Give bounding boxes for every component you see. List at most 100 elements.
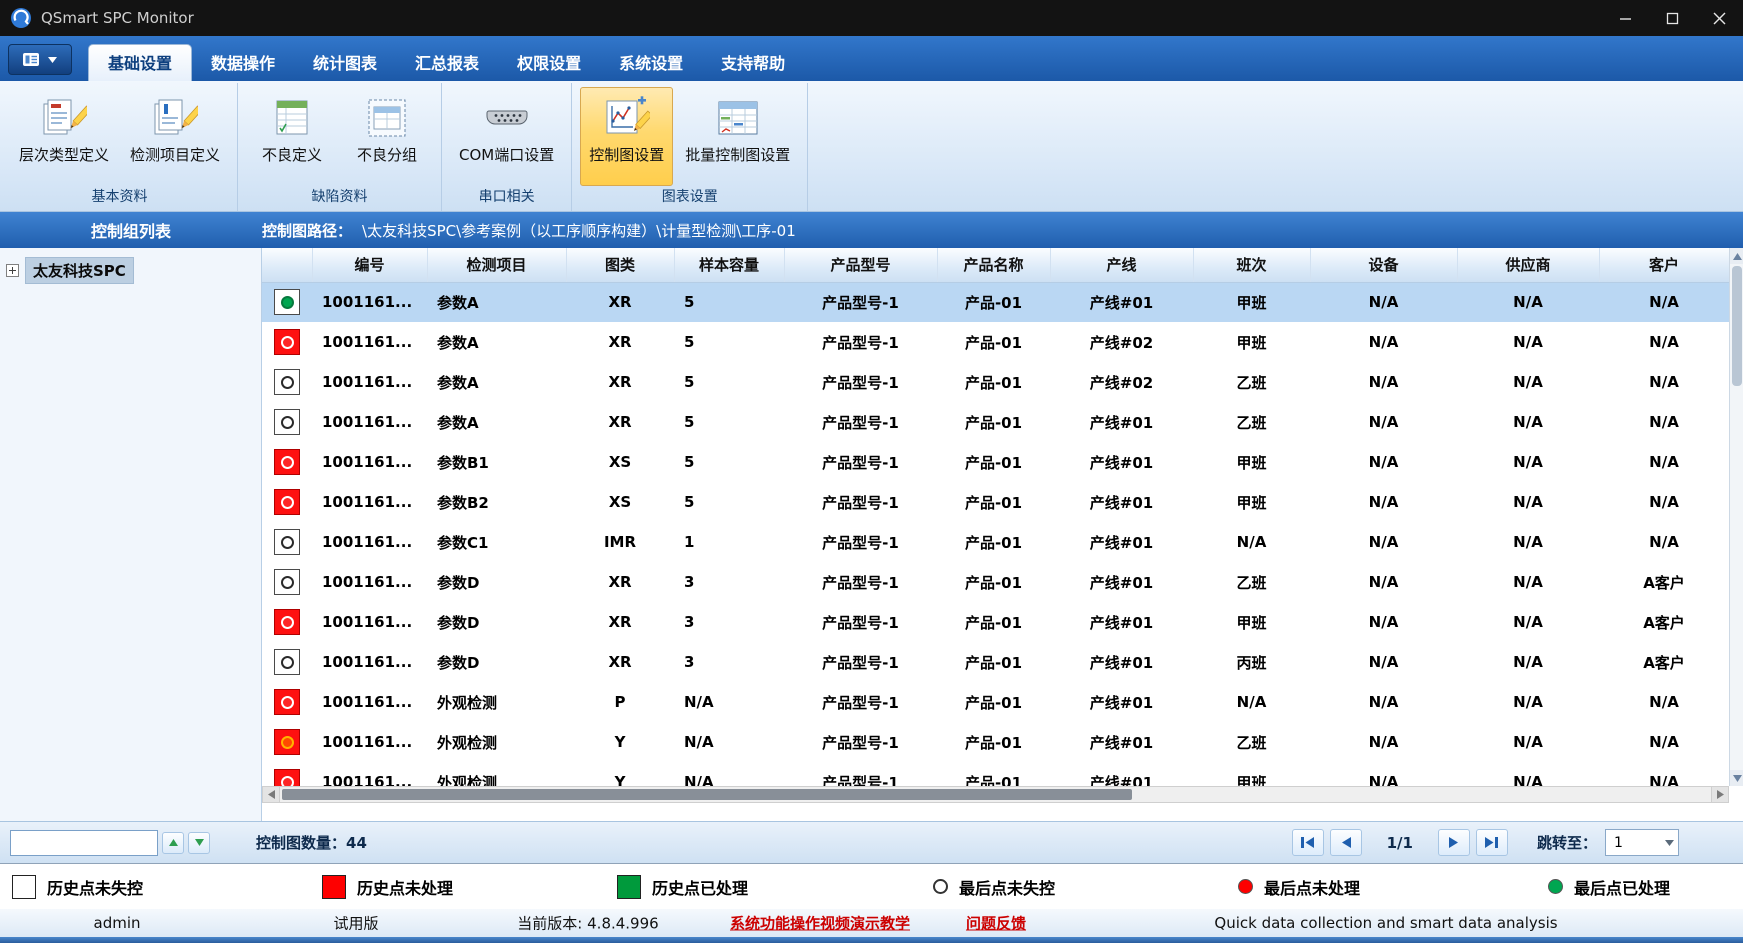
table-row[interactable]: 1001161...参数B1XS5产品型号-1产品-01产线#01甲班N/AN/…	[262, 442, 1729, 482]
table-row[interactable]: 1001161...参数DXR3产品型号-1产品-01产线#01甲班N/AN/A…	[262, 602, 1729, 642]
menu-tabs: 基础设置数据操作统计图表汇总报表权限设置系统设置支持帮助	[88, 36, 804, 81]
column-header[interactable]: 产品名称	[937, 248, 1050, 282]
table-row[interactable]: 1001161...参数AXR5产品型号-1产品-01产线#02甲班N/AN/A…	[262, 322, 1729, 362]
ribbon-button-label: 控制图设置	[589, 144, 664, 165]
column-header[interactable]: 检测项目	[427, 248, 566, 282]
scroll-down-arrow-icon[interactable]	[1730, 770, 1743, 786]
first-page-button[interactable]	[1292, 829, 1324, 856]
cell: XR	[566, 322, 674, 362]
cell: 参数B2	[427, 482, 566, 522]
column-header[interactable]: 设备	[1310, 248, 1457, 282]
cell: 产品-01	[937, 682, 1050, 722]
cell: N/A	[1310, 642, 1457, 682]
scroll-up-arrow-icon[interactable]	[1730, 248, 1743, 264]
next-page-button[interactable]	[1438, 829, 1470, 856]
vertical-scroll-thumb[interactable]	[1732, 266, 1742, 386]
cell: 产品型号-1	[784, 482, 937, 522]
tab-permission-settings[interactable]: 权限设置	[498, 47, 600, 81]
cell: N/A	[1599, 282, 1729, 322]
cell: XR	[566, 282, 674, 322]
prev-page-button[interactable]	[1330, 829, 1362, 856]
defect-group-button[interactable]: 不良分组	[341, 87, 433, 186]
table-row[interactable]: 1001161...外观检测YN/A产品型号-1产品-01产线#01甲班N/AN…	[262, 762, 1729, 786]
table-row[interactable]: 1001161...参数DXR3产品型号-1产品-01产线#01乙班N/AN/A…	[262, 562, 1729, 602]
app-menu-button[interactable]	[8, 44, 72, 75]
scroll-left-arrow-icon[interactable]	[263, 787, 280, 802]
table-row[interactable]: 1001161...外观检测PN/A产品型号-1产品-01产线#01N/AN/A…	[262, 682, 1729, 722]
next-page-icon	[1448, 836, 1460, 849]
table-row[interactable]: 1001161...参数C1IMR1产品型号-1产品-01产线#01N/AN/A…	[262, 522, 1729, 562]
grid-viewport: 编号检测项目图类样本容量产品型号产品名称产线班次设备供应商客户 1001161.…	[262, 248, 1743, 786]
tree-node-taiyou-spc[interactable]: 太友科技SPC	[6, 257, 255, 284]
cell: 产品型号-1	[784, 282, 937, 322]
table-row[interactable]: 1001161...参数AXR5产品型号-1产品-01产线#02乙班N/AN/A…	[262, 362, 1729, 402]
minimize-button[interactable]	[1602, 0, 1649, 36]
column-header[interactable]: 班次	[1193, 248, 1310, 282]
tree-node-label: 太友科技SPC	[25, 257, 134, 284]
column-header[interactable]: 客户	[1599, 248, 1729, 282]
scroll-right-arrow-icon[interactable]	[1711, 787, 1728, 802]
column-header[interactable]: 编号	[312, 248, 427, 282]
com-port-settings-button[interactable]: COM端口设置	[450, 87, 563, 186]
tab-support-help[interactable]: 支持帮助	[702, 47, 804, 81]
tree-filter-input[interactable]	[10, 830, 158, 856]
tab-basic-settings[interactable]: 基础设置	[88, 44, 192, 81]
video-tutorial-link[interactable]: 系统功能操作视频演示教学	[730, 913, 910, 934]
row-status-cell	[262, 522, 312, 562]
last-page-button[interactable]	[1476, 829, 1508, 856]
tree-prev-match-button[interactable]	[162, 832, 184, 854]
maximize-button[interactable]	[1649, 0, 1696, 36]
cell: 产品型号-1	[784, 442, 937, 482]
cell: 产线#01	[1050, 642, 1193, 682]
tab-summary-reports[interactable]: 汇总报表	[396, 47, 498, 81]
column-header[interactable]: 产线	[1050, 248, 1193, 282]
cell: 产线#02	[1050, 322, 1193, 362]
cell: 产品-01	[937, 442, 1050, 482]
defect-define-button[interactable]: 不良定义	[246, 87, 338, 186]
cell: XR	[566, 562, 674, 602]
prev-page-icon	[1340, 836, 1352, 849]
tab-system-settings[interactable]: 系统设置	[600, 47, 702, 81]
table-row[interactable]: 1001161...参数AXR5产品型号-1产品-01产线#01乙班N/AN/A…	[262, 402, 1729, 442]
status-bar: admin 试用版 当前版本: 4.8.4.996 系统功能操作视频演示教学 问…	[0, 909, 1743, 937]
status-yellow-on-red-icon	[274, 729, 300, 755]
control-chart-settings-button[interactable]: 控制图设置	[580, 87, 673, 186]
cell: A客户	[1599, 562, 1729, 602]
cell: 1001161...	[312, 642, 427, 682]
close-button[interactable]	[1696, 0, 1743, 36]
cell: N/A	[1457, 682, 1599, 722]
jump-page-select[interactable]: 1	[1605, 829, 1679, 856]
batch-control-chart-settings-button[interactable]: 批量控制图设置	[676, 87, 799, 186]
table-row[interactable]: 1001161...参数DXR3产品型号-1产品-01产线#01丙班N/AN/A…	[262, 642, 1729, 682]
column-header[interactable]: 图类	[566, 248, 674, 282]
feedback-link[interactable]: 问题反馈	[966, 913, 1026, 934]
cell: A客户	[1599, 602, 1729, 642]
column-header[interactable]: 产品型号	[784, 248, 937, 282]
tree-expander-plus-icon[interactable]	[6, 264, 19, 277]
cell: 产线#01	[1050, 602, 1193, 642]
tab-statistics-charts[interactable]: 统计图表	[294, 47, 396, 81]
column-header[interactable]: 样本容量	[674, 248, 784, 282]
defect-group-icon	[366, 95, 408, 141]
main-content: 太友科技SPC 编号检测项目图类样本容量产品型号产品名称产线班次设备供应商客户 …	[0, 248, 1743, 821]
column-header[interactable]: 供应商	[1457, 248, 1599, 282]
status-circle	[281, 536, 294, 549]
inspection-item-define-button[interactable]: 检测项目定义	[121, 87, 229, 186]
path-bar: 控制组列表 控制图路径： \太友科技SPC\参考案例（以工序顺序构建）\计量型检…	[0, 212, 1743, 248]
horizontal-scroll-thumb[interactable]	[282, 789, 1132, 800]
hierarchy-type-define-button[interactable]: 层次类型定义	[10, 87, 118, 186]
status-outline-on-white-icon	[274, 409, 300, 435]
tree-next-match-button[interactable]	[188, 832, 210, 854]
first-page-icon	[1300, 836, 1315, 849]
ribbon-group-buttons: COM端口设置	[448, 85, 565, 186]
tab-data-operations[interactable]: 数据操作	[192, 47, 294, 81]
column-header[interactable]	[262, 248, 312, 282]
table-row[interactable]: 1001161...参数B2XS5产品型号-1产品-01产线#01甲班N/AN/…	[262, 482, 1729, 522]
ribbon-group-buttons: 层次类型定义检测项目定义	[8, 85, 231, 186]
cell: 1001161...	[312, 722, 427, 762]
cell: 甲班	[1193, 762, 1310, 786]
cell: 参数A	[427, 282, 566, 322]
table-row[interactable]: 1001161...参数AXR5产品型号-1产品-01产线#01甲班N/AN/A…	[262, 282, 1729, 322]
table-row[interactable]: 1001161...外观检测YN/A产品型号-1产品-01产线#01乙班N/AN…	[262, 722, 1729, 762]
ribbon-button-label: 检测项目定义	[130, 144, 220, 165]
